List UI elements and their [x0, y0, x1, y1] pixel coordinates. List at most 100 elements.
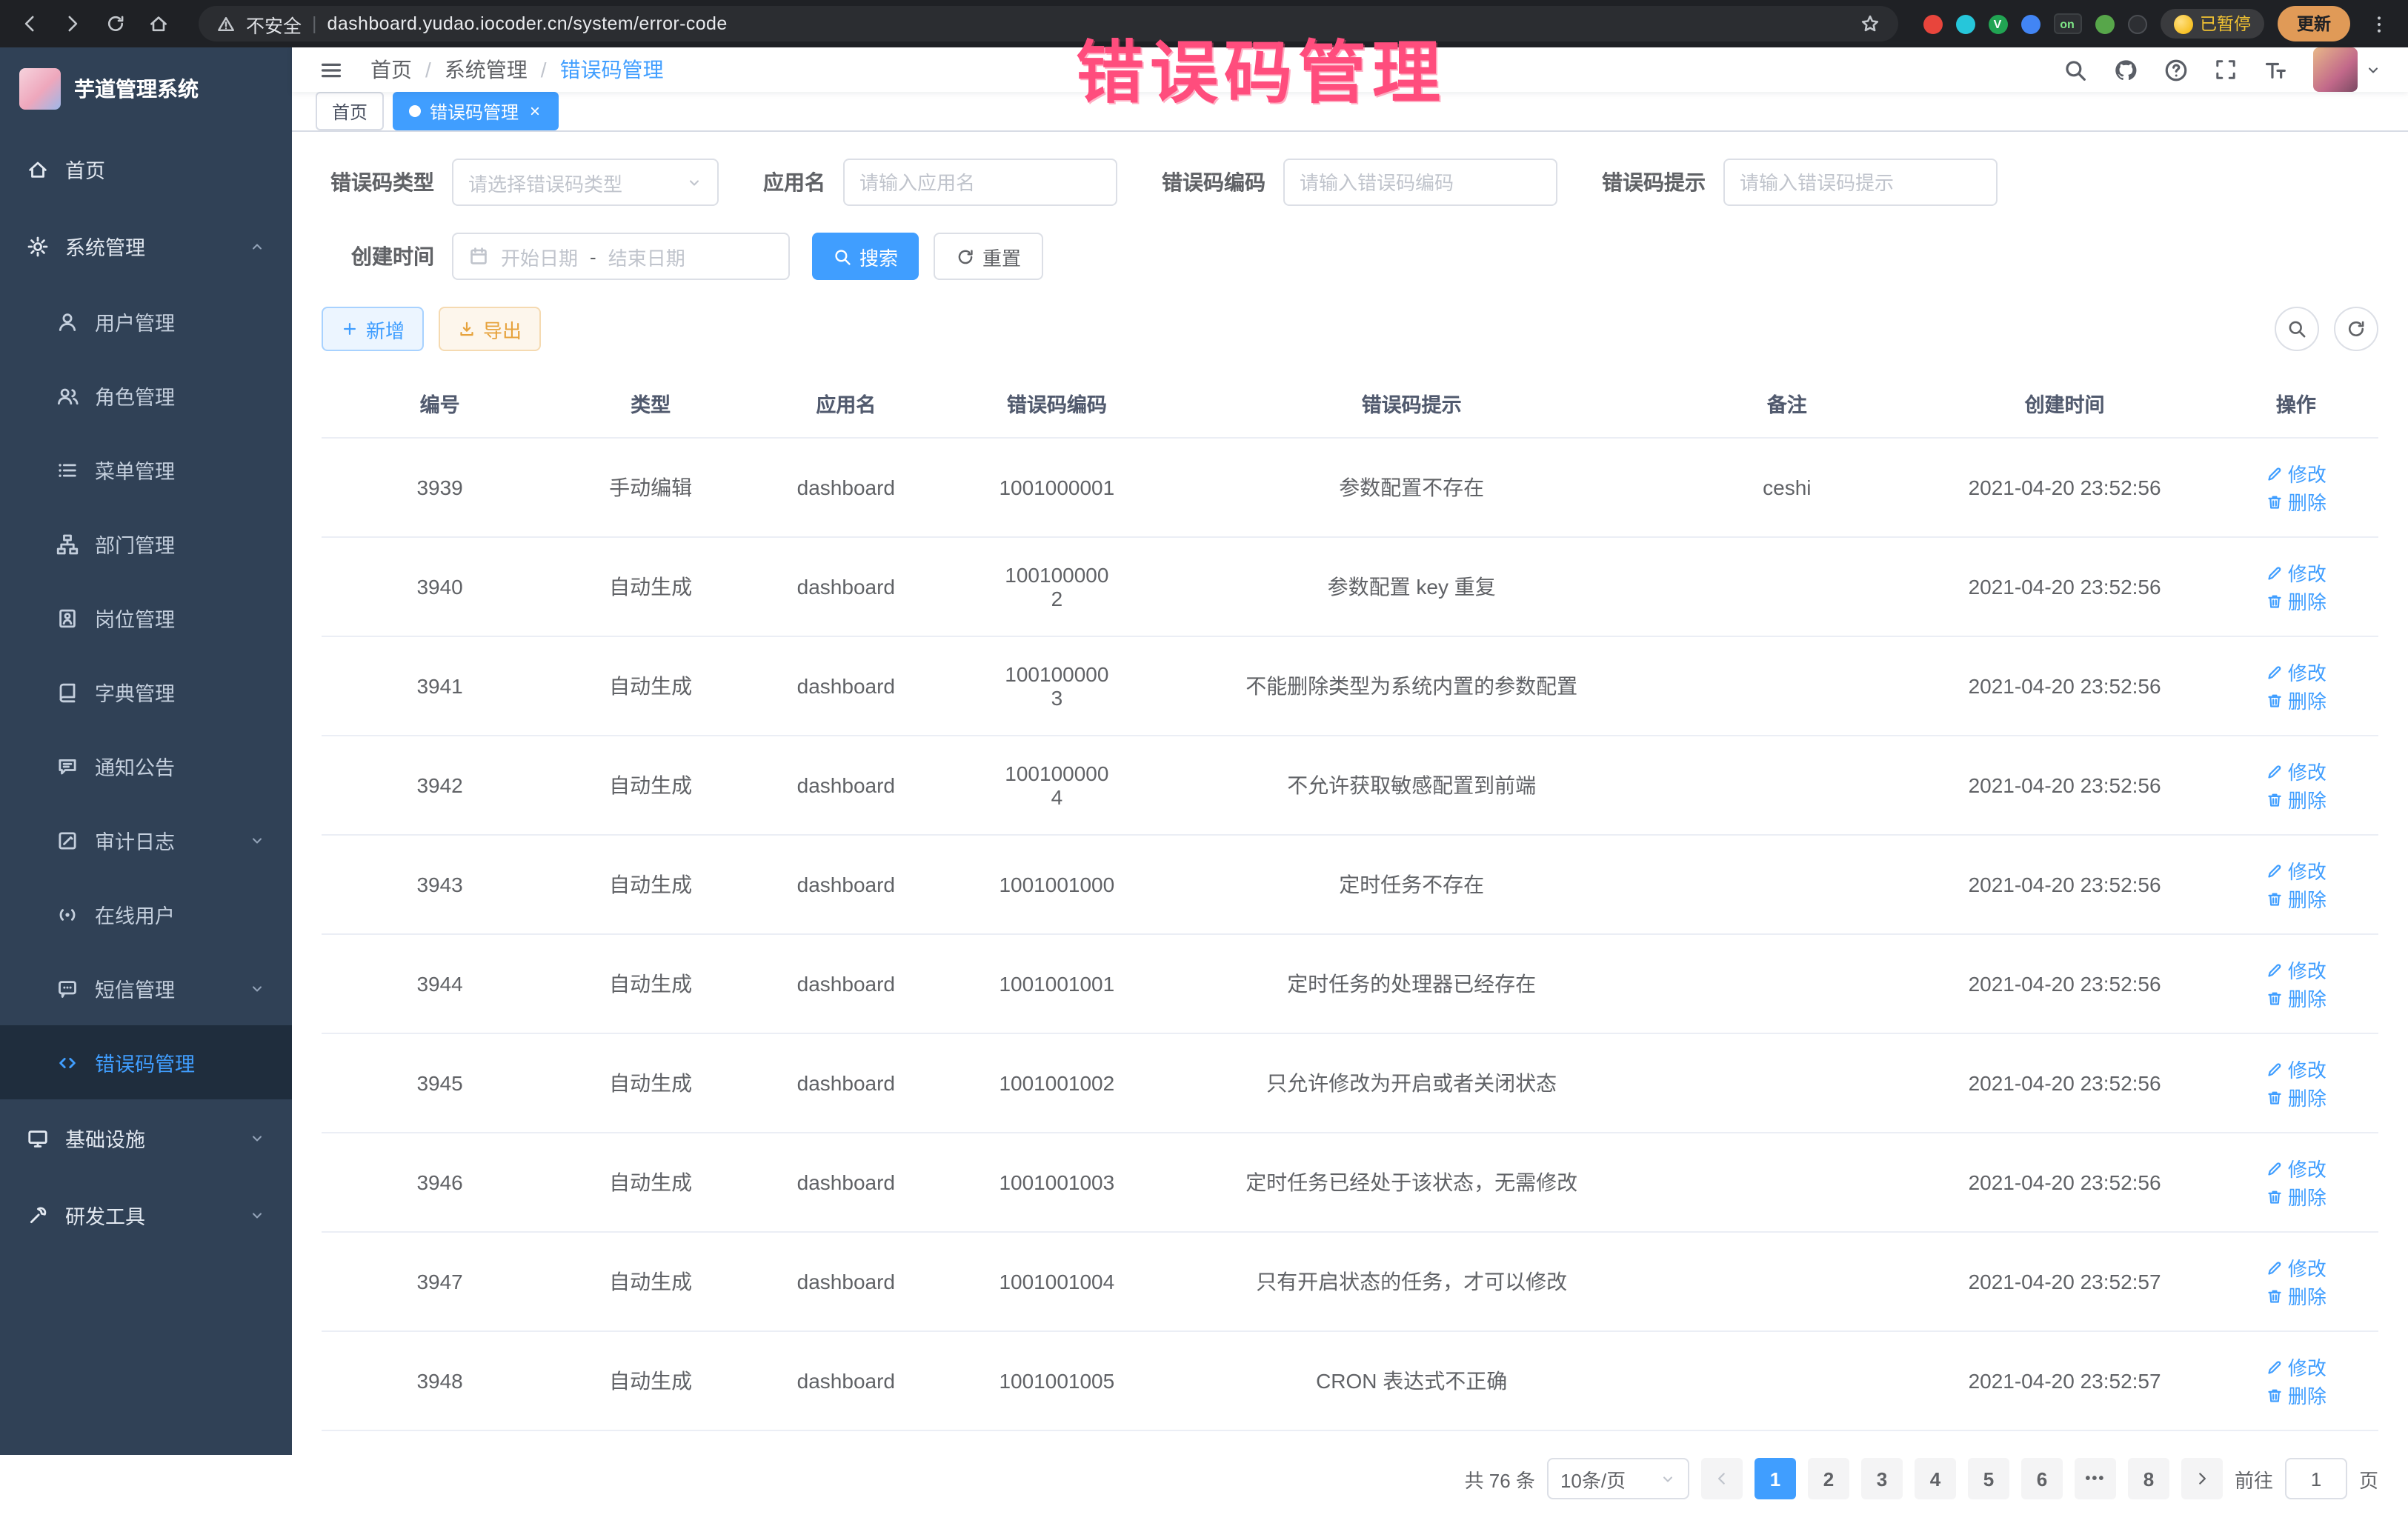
delete-link[interactable]: 删除	[2266, 785, 2326, 813]
error-code-icon	[56, 1051, 79, 1073]
edit-link[interactable]: 修改	[2266, 1154, 2326, 1182]
update-button[interactable]: 更新	[2278, 6, 2350, 41]
tab-error-code[interactable]: 错误码管理	[393, 92, 559, 130]
delete-link[interactable]: 删除	[2266, 885, 2326, 913]
error-code-type-select[interactable]: 请选择错误码类型	[452, 159, 719, 206]
page-button-6[interactable]: 6	[2021, 1458, 2063, 1499]
help-icon[interactable]	[2163, 57, 2189, 82]
edit-icon	[2266, 1358, 2284, 1376]
page-button-2[interactable]: 2	[1808, 1458, 1849, 1499]
cell-actions: 修改删除	[2214, 934, 2378, 1033]
delete-link[interactable]: 删除	[2266, 487, 2326, 516]
breadcrumb-system[interactable]: 系统管理	[445, 55, 528, 84]
sidebar-item-post[interactable]: 岗位管理	[0, 581, 292, 655]
cell-time: 2021-04-20 23:52:56	[1915, 636, 2214, 736]
search-toggle-button[interactable]	[2275, 307, 2319, 351]
next-page-button[interactable]	[2181, 1458, 2223, 1499]
edit-link[interactable]: 修改	[2266, 459, 2326, 487]
edit-link[interactable]: 修改	[2266, 559, 2326, 587]
table-header-row: 编号类型应用名错误码编码错误码提示备注创建时间操作	[322, 369, 2378, 438]
font-size-icon[interactable]	[2263, 57, 2288, 82]
sidebar-item-role[interactable]: 角色管理	[0, 359, 292, 433]
sidebar-item-audit-log[interactable]: 审计日志	[0, 803, 292, 877]
page-ellipsis[interactable]: •••	[2075, 1458, 2116, 1499]
sidebar-item-infra[interactable]: 基础设施	[0, 1099, 292, 1176]
sidebar-item-user[interactable]: 用户管理	[0, 284, 292, 359]
delete-link[interactable]: 删除	[2266, 1282, 2326, 1310]
cell-time: 2021-04-20 23:52:57	[1915, 1232, 2214, 1331]
delete-link[interactable]: 删除	[2266, 1083, 2326, 1111]
delete-icon	[2266, 592, 2284, 610]
cell-app: dashboard	[743, 1033, 949, 1133]
date-range-picker[interactable]: 开始日期 - 结束日期	[452, 233, 790, 280]
reset-button[interactable]: 重置	[934, 233, 1043, 280]
page-button-8[interactable]: 8	[2128, 1458, 2169, 1499]
sidebar-item-dict[interactable]: 字典管理	[0, 655, 292, 729]
delete-link[interactable]: 删除	[2266, 1381, 2326, 1409]
sidebar-item-sms[interactable]: 短信管理	[0, 951, 292, 1025]
app-name-input[interactable]	[843, 159, 1117, 206]
edit-link[interactable]: 修改	[2266, 956, 2326, 984]
page-button-5[interactable]: 5	[1968, 1458, 2009, 1499]
cell-id: 3939	[322, 438, 558, 537]
user-avatar[interactable]	[2313, 47, 2381, 92]
tab-home[interactable]: 首页	[316, 92, 384, 130]
sidebar-item-error-code[interactable]: 错误码管理	[0, 1025, 292, 1099]
browser-home-icon[interactable]	[144, 9, 173, 39]
sidebar-item-home[interactable]: 首页	[0, 130, 292, 207]
ext-red-icon[interactable]	[1923, 14, 1942, 33]
reload-icon[interactable]	[101, 9, 130, 39]
sidebar-item-menu[interactable]: 菜单管理	[0, 433, 292, 507]
ext-dark-icon[interactable]	[2127, 14, 2146, 33]
back-icon[interactable]	[15, 9, 44, 39]
goto-page-input[interactable]	[2285, 1458, 2347, 1499]
sidebar-item-devtools[interactable]: 研发工具	[0, 1176, 292, 1253]
edit-link[interactable]: 修改	[2266, 856, 2326, 885]
edit-link[interactable]: 修改	[2266, 757, 2326, 785]
forward-icon[interactable]	[58, 9, 87, 39]
page-button-4[interactable]: 4	[1915, 1458, 1956, 1499]
delete-link[interactable]: 删除	[2266, 984, 2326, 1012]
breadcrumb-home[interactable]: 首页	[370, 55, 412, 84]
edit-link[interactable]: 修改	[2266, 1253, 2326, 1282]
close-icon[interactable]	[528, 104, 542, 119]
refresh-button[interactable]	[2334, 307, 2378, 351]
edit-icon	[2266, 762, 2284, 780]
sidebar-item-system[interactable]: 系统管理	[0, 207, 292, 284]
star-icon[interactable]	[1859, 13, 1880, 34]
paused-badge[interactable]: 已暂停	[2160, 9, 2264, 39]
ext-green-v-icon[interactable]: V	[1988, 14, 2007, 33]
ext-on-badge[interactable]: on	[2053, 13, 2081, 34]
sidebar-item-notice[interactable]: 通知公告	[0, 729, 292, 803]
browser-menu-icon[interactable]	[2364, 9, 2393, 39]
address-bar[interactable]: 不安全 | dashboard.yudao.iocoder.cn/system/…	[199, 6, 1898, 41]
cell-code: 1001001002	[949, 1033, 1165, 1133]
page-button-3[interactable]: 3	[1861, 1458, 1903, 1499]
page-size-select[interactable]: 10条/页	[1547, 1458, 1689, 1499]
delete-link[interactable]: 删除	[2266, 686, 2326, 714]
sidebar-item-dept[interactable]: 部门管理	[0, 507, 292, 581]
page-button-1[interactable]: 1	[1755, 1458, 1796, 1499]
ext-blue-icon[interactable]	[2020, 14, 2040, 33]
error-hint-input[interactable]	[1723, 159, 1998, 206]
edit-link[interactable]: 修改	[2266, 658, 2326, 686]
fullscreen-icon[interactable]	[2214, 58, 2238, 81]
ext-green-icon[interactable]	[2095, 14, 2114, 33]
chevron-left-icon	[1713, 1470, 1731, 1488]
hamburger-icon[interactable]	[319, 57, 344, 82]
cell-type: 自动生成	[558, 537, 743, 636]
export-button[interactable]: 导出	[439, 307, 541, 351]
sidebar-item-online-user[interactable]: 在线用户	[0, 877, 292, 951]
search-button[interactable]: 搜索	[812, 233, 919, 280]
github-icon[interactable]	[2113, 57, 2138, 82]
ext-teal-icon[interactable]	[1955, 14, 1975, 33]
add-button[interactable]: 新增	[322, 307, 424, 351]
app-logo[interactable]: 芋道管理系统	[0, 47, 292, 130]
error-code-input[interactable]	[1283, 159, 1557, 206]
prev-page-button[interactable]	[1701, 1458, 1743, 1499]
delete-link[interactable]: 删除	[2266, 1182, 2326, 1210]
edit-link[interactable]: 修改	[2266, 1353, 2326, 1381]
edit-link[interactable]: 修改	[2266, 1055, 2326, 1083]
search-icon[interactable]	[2063, 57, 2088, 82]
delete-link[interactable]: 删除	[2266, 587, 2326, 615]
